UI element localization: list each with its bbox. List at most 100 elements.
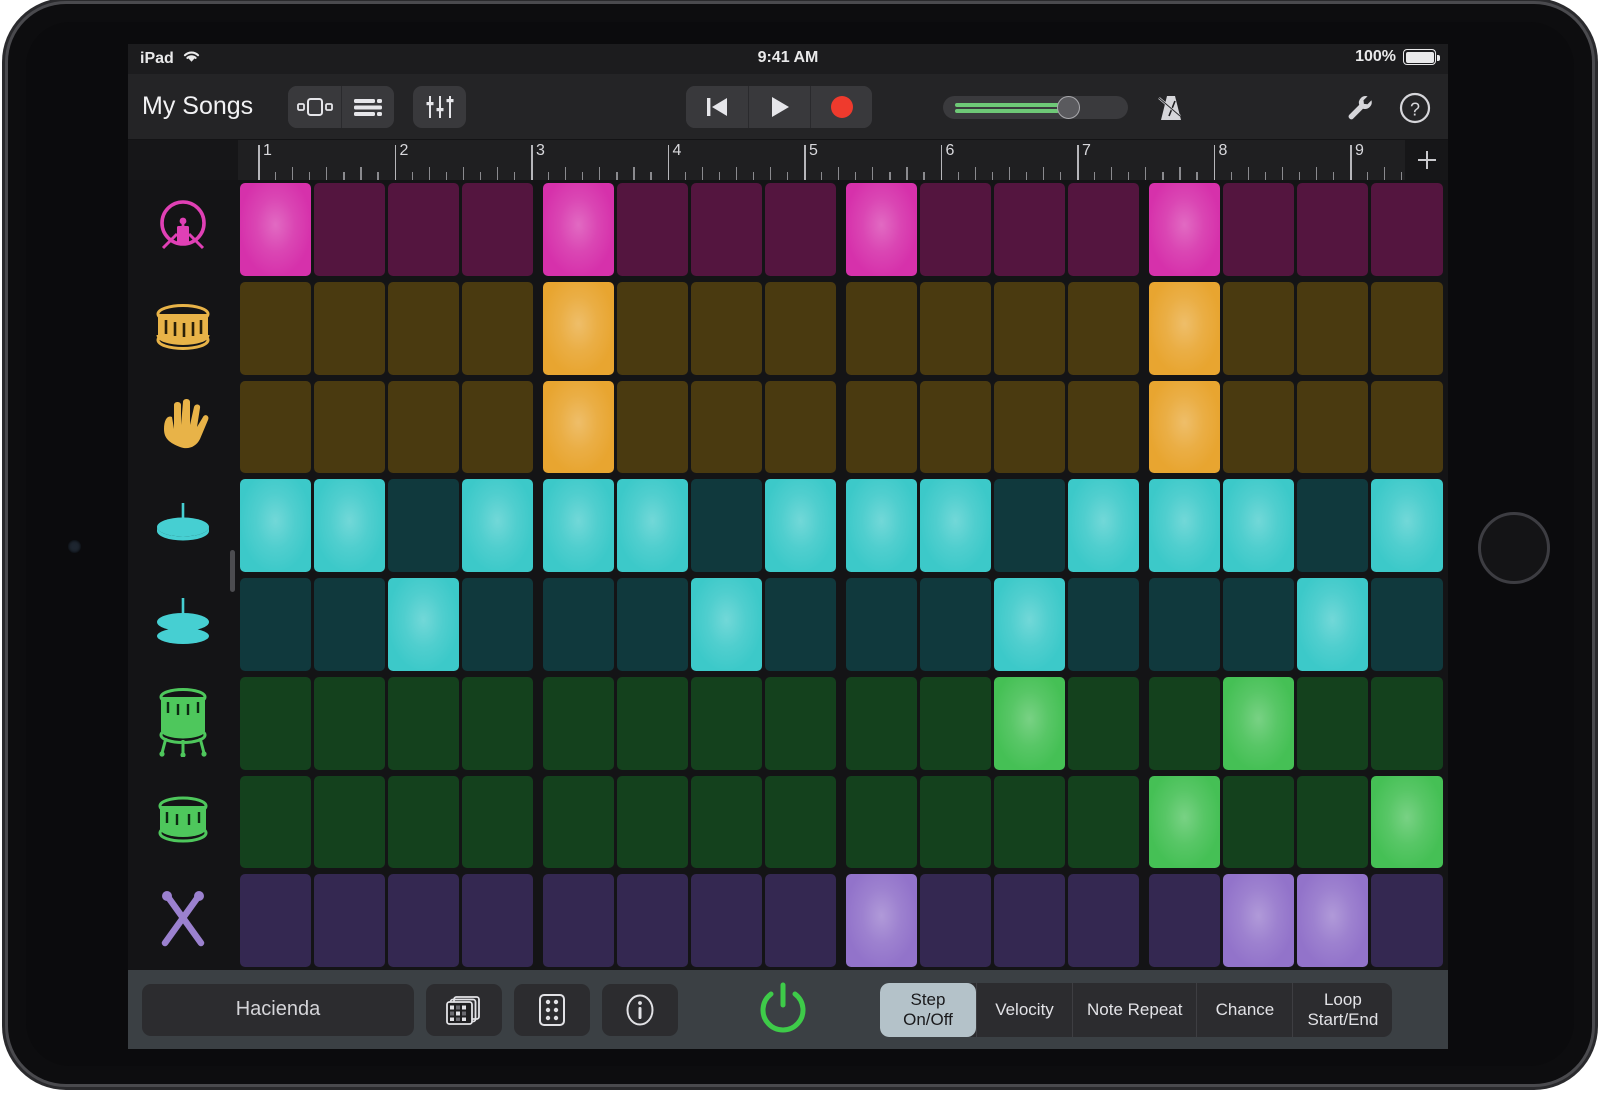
mode-tab-loop-start-end[interactable]: Loop Start/End xyxy=(1292,982,1392,1037)
step-cell[interactable] xyxy=(461,676,533,770)
step-cell[interactable] xyxy=(920,775,992,869)
step-cell[interactable] xyxy=(690,676,762,770)
step-cell[interactable] xyxy=(616,874,688,967)
track-list-button[interactable] xyxy=(341,86,394,128)
randomize-button[interactable] xyxy=(514,983,590,1036)
step-cell[interactable] xyxy=(387,479,459,572)
step-cell[interactable] xyxy=(846,676,918,770)
volume-slider[interactable] xyxy=(943,96,1128,119)
step-cell[interactable] xyxy=(542,380,614,474)
step-cell[interactable] xyxy=(313,281,385,375)
step-cell[interactable] xyxy=(1223,874,1295,967)
mode-tab-chance[interactable]: Chance xyxy=(1196,982,1292,1037)
step-cell[interactable] xyxy=(690,874,762,967)
step-cell[interactable] xyxy=(764,676,836,770)
volume-knob[interactable] xyxy=(1057,96,1081,119)
step-cell[interactable] xyxy=(764,479,837,572)
step-cell[interactable] xyxy=(239,775,311,869)
mode-tab-note-repeat[interactable]: Note Repeat xyxy=(1072,982,1196,1037)
mode-tab-step-on-off[interactable]: Step On/Off xyxy=(880,982,976,1037)
step-cell[interactable] xyxy=(616,676,688,770)
pattern-browser-button[interactable] xyxy=(426,983,502,1036)
step-cell[interactable] xyxy=(1371,676,1443,770)
step-cell[interactable] xyxy=(239,281,311,375)
track-header-snare-drum[interactable] xyxy=(128,279,238,378)
step-cell[interactable] xyxy=(1223,183,1295,276)
step-cell[interactable] xyxy=(1223,479,1295,572)
step-cell[interactable] xyxy=(461,380,533,474)
step-cell[interactable] xyxy=(1297,281,1369,375)
step-cell[interactable] xyxy=(1149,183,1221,276)
step-cell[interactable] xyxy=(920,578,992,671)
step-cell[interactable] xyxy=(1223,281,1295,375)
step-cell[interactable] xyxy=(1371,874,1443,967)
track-header-closed-hi-hat[interactable] xyxy=(128,476,238,575)
step-cell[interactable] xyxy=(1149,578,1221,671)
step-cell[interactable] xyxy=(1223,578,1295,671)
step-cell[interactable] xyxy=(1371,183,1443,276)
step-cell[interactable] xyxy=(1149,874,1221,967)
step-cell[interactable] xyxy=(846,183,918,276)
record-button[interactable] xyxy=(810,86,872,128)
step-cell[interactable] xyxy=(1068,676,1140,770)
step-cell[interactable] xyxy=(1149,479,1221,572)
step-cell[interactable] xyxy=(461,281,533,375)
step-cell[interactable] xyxy=(920,380,992,474)
step-cell[interactable] xyxy=(1371,380,1443,474)
step-cell[interactable] xyxy=(690,479,762,572)
song-sections-button[interactable] xyxy=(288,86,341,128)
step-cell[interactable] xyxy=(1297,380,1369,474)
track-header-tom[interactable] xyxy=(128,773,238,872)
step-cell[interactable] xyxy=(313,874,385,967)
step-cell[interactable] xyxy=(461,874,533,967)
step-cell[interactable] xyxy=(387,578,459,671)
rewind-button[interactable] xyxy=(686,86,748,128)
step-cell[interactable] xyxy=(1068,380,1140,474)
step-cell[interactable] xyxy=(313,775,385,869)
step-cell[interactable] xyxy=(920,281,992,375)
step-cell[interactable] xyxy=(1371,578,1443,671)
step-cell[interactable] xyxy=(994,479,1066,572)
step-cell[interactable] xyxy=(920,183,992,276)
step-cell[interactable] xyxy=(1068,479,1140,572)
pattern-name-button[interactable]: Hacienda xyxy=(142,983,414,1036)
step-cell[interactable] xyxy=(542,676,614,770)
step-cell[interactable] xyxy=(387,281,459,375)
step-cell[interactable] xyxy=(239,578,311,671)
step-cell[interactable] xyxy=(690,775,762,869)
my-songs-button[interactable]: My Songs xyxy=(142,92,253,121)
step-cell[interactable] xyxy=(1371,775,1443,869)
step-cell[interactable] xyxy=(846,775,918,869)
step-cell[interactable] xyxy=(542,578,614,671)
step-cell[interactable] xyxy=(616,281,688,375)
step-cell[interactable] xyxy=(616,775,688,869)
step-cell[interactable] xyxy=(994,281,1066,375)
track-scroll-indicator[interactable] xyxy=(230,550,235,592)
step-cell[interactable] xyxy=(994,380,1066,474)
step-cell[interactable] xyxy=(1149,676,1221,770)
step-cell[interactable] xyxy=(690,578,763,671)
step-cell[interactable] xyxy=(994,874,1066,967)
step-cell[interactable] xyxy=(1371,281,1443,375)
track-header-floor-tom[interactable] xyxy=(128,674,238,773)
step-cell[interactable] xyxy=(313,380,385,474)
metronome-button[interactable] xyxy=(1150,88,1192,128)
step-cell[interactable] xyxy=(994,676,1066,770)
step-cell[interactable] xyxy=(1297,775,1369,869)
play-button[interactable] xyxy=(748,86,810,128)
step-cell[interactable] xyxy=(690,183,762,276)
step-cell[interactable] xyxy=(387,183,459,276)
step-cell[interactable] xyxy=(1297,578,1369,671)
step-cell[interactable] xyxy=(313,183,385,276)
step-cell[interactable] xyxy=(764,578,836,671)
step-cell[interactable] xyxy=(387,874,459,967)
step-cell[interactable] xyxy=(1223,676,1295,770)
step-cell[interactable] xyxy=(846,281,918,375)
step-cell[interactable] xyxy=(387,775,459,869)
step-cell[interactable] xyxy=(690,380,762,474)
step-cell[interactable] xyxy=(1149,775,1221,869)
step-cell[interactable] xyxy=(920,676,992,770)
step-cell[interactable] xyxy=(846,380,918,474)
step-cell[interactable] xyxy=(1297,479,1369,572)
step-cell[interactable] xyxy=(1068,874,1140,967)
